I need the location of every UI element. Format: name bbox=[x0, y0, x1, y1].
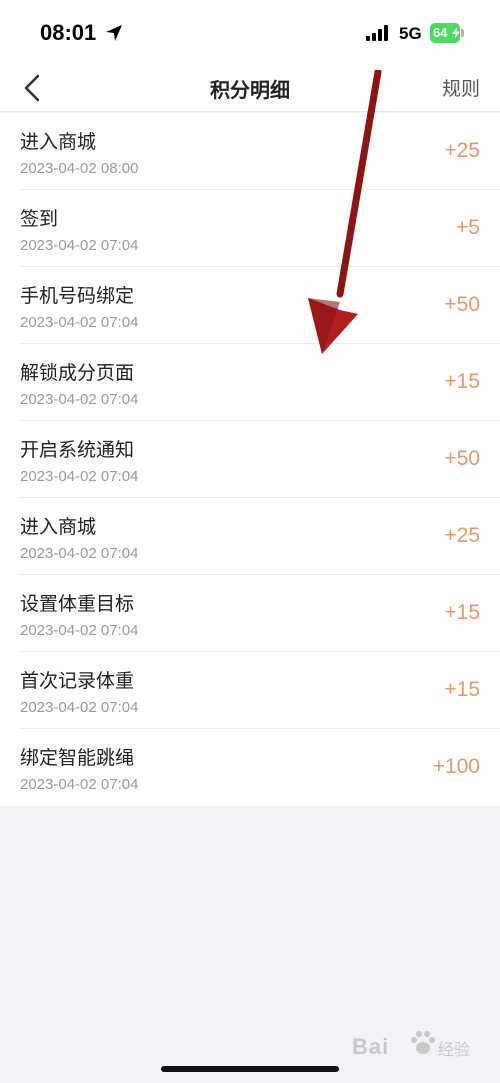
network-type: 5G bbox=[399, 24, 422, 43]
battery-cap bbox=[461, 29, 464, 37]
battery-icon: 64 bbox=[430, 23, 464, 43]
page-title: 积分明细 bbox=[210, 78, 290, 102]
item-time: 2023-04-02 07:04 bbox=[20, 545, 139, 562]
item-title: 签到 bbox=[20, 208, 59, 230]
item-time: 2023-04-02 07:04 bbox=[20, 391, 139, 408]
item-time: 2023-04-02 07:04 bbox=[20, 622, 139, 639]
item-time: 2023-04-02 08:00 bbox=[20, 160, 139, 177]
baidu-watermark: Bai 经验 bbox=[352, 1028, 487, 1064]
item-time: 2023-04-02 07:04 bbox=[20, 699, 139, 716]
watermark-subtext: 经验 bbox=[438, 1040, 471, 1059]
item-points: +25 bbox=[444, 139, 480, 162]
item-title: 开启系统通知 bbox=[20, 439, 135, 461]
list-item[interactable]: 签到 2023-04-02 07:04 +5 bbox=[0, 190, 500, 267]
list-item[interactable]: 解锁成分页面 2023-04-02 07:04 +15 bbox=[0, 344, 500, 421]
item-title: 进入商城 bbox=[20, 516, 97, 538]
item-title: 设置体重目标 bbox=[20, 593, 135, 615]
list-item[interactable]: 进入商城 2023-04-02 07:04 +25 bbox=[0, 498, 500, 575]
cellular-signal-icon bbox=[366, 25, 388, 41]
status-time: 08:01 bbox=[40, 20, 97, 45]
item-points: +50 bbox=[444, 293, 480, 316]
points-list: 进入商城 2023-04-02 08:00 +25 签到 2023-04-02 … bbox=[0, 113, 500, 806]
list-item[interactable]: 首次记录体重 2023-04-02 07:04 +15 bbox=[0, 652, 500, 729]
list-item[interactable]: 开启系统通知 2023-04-02 07:04 +50 bbox=[0, 421, 500, 498]
item-points: +15 bbox=[444, 601, 480, 624]
item-points: +5 bbox=[456, 216, 480, 239]
watermark-text: Bai bbox=[352, 1034, 390, 1059]
status-bar: 08:01 5G 64 bbox=[0, 0, 500, 64]
item-title: 解锁成分页面 bbox=[20, 362, 135, 384]
location-arrow-icon bbox=[106, 25, 122, 41]
item-points: +15 bbox=[444, 370, 480, 393]
item-time: 2023-04-02 07:04 bbox=[20, 468, 139, 485]
charging-bolt-icon bbox=[452, 27, 460, 39]
item-title: 手机号码绑定 bbox=[20, 285, 135, 307]
item-points: +15 bbox=[444, 678, 480, 701]
home-indicator[interactable] bbox=[161, 1066, 339, 1072]
item-title: 绑定智能跳绳 bbox=[20, 747, 135, 769]
paw-logo-icon bbox=[411, 1031, 435, 1054]
rules-button[interactable]: 规则 bbox=[442, 74, 480, 101]
item-time: 2023-04-02 07:04 bbox=[20, 776, 139, 793]
list-item[interactable]: 绑定智能跳绳 2023-04-02 07:04 +100 bbox=[0, 729, 500, 806]
item-title: 进入商城 bbox=[20, 131, 97, 153]
nav-bar: 积分明细 规则 bbox=[0, 64, 500, 112]
item-time: 2023-04-02 07:04 bbox=[20, 314, 139, 331]
item-points: +100 bbox=[432, 755, 480, 778]
item-points: +25 bbox=[444, 524, 480, 547]
item-points: +50 bbox=[444, 447, 480, 470]
list-item[interactable]: 进入商城 2023-04-02 08:00 +25 bbox=[0, 113, 500, 190]
list-item[interactable]: 设置体重目标 2023-04-02 07:04 +15 bbox=[0, 575, 500, 652]
item-time: 2023-04-02 07:04 bbox=[20, 237, 139, 254]
list-item[interactable]: 手机号码绑定 2023-04-02 07:04 +50 bbox=[0, 267, 500, 344]
item-title: 首次记录体重 bbox=[20, 670, 135, 692]
